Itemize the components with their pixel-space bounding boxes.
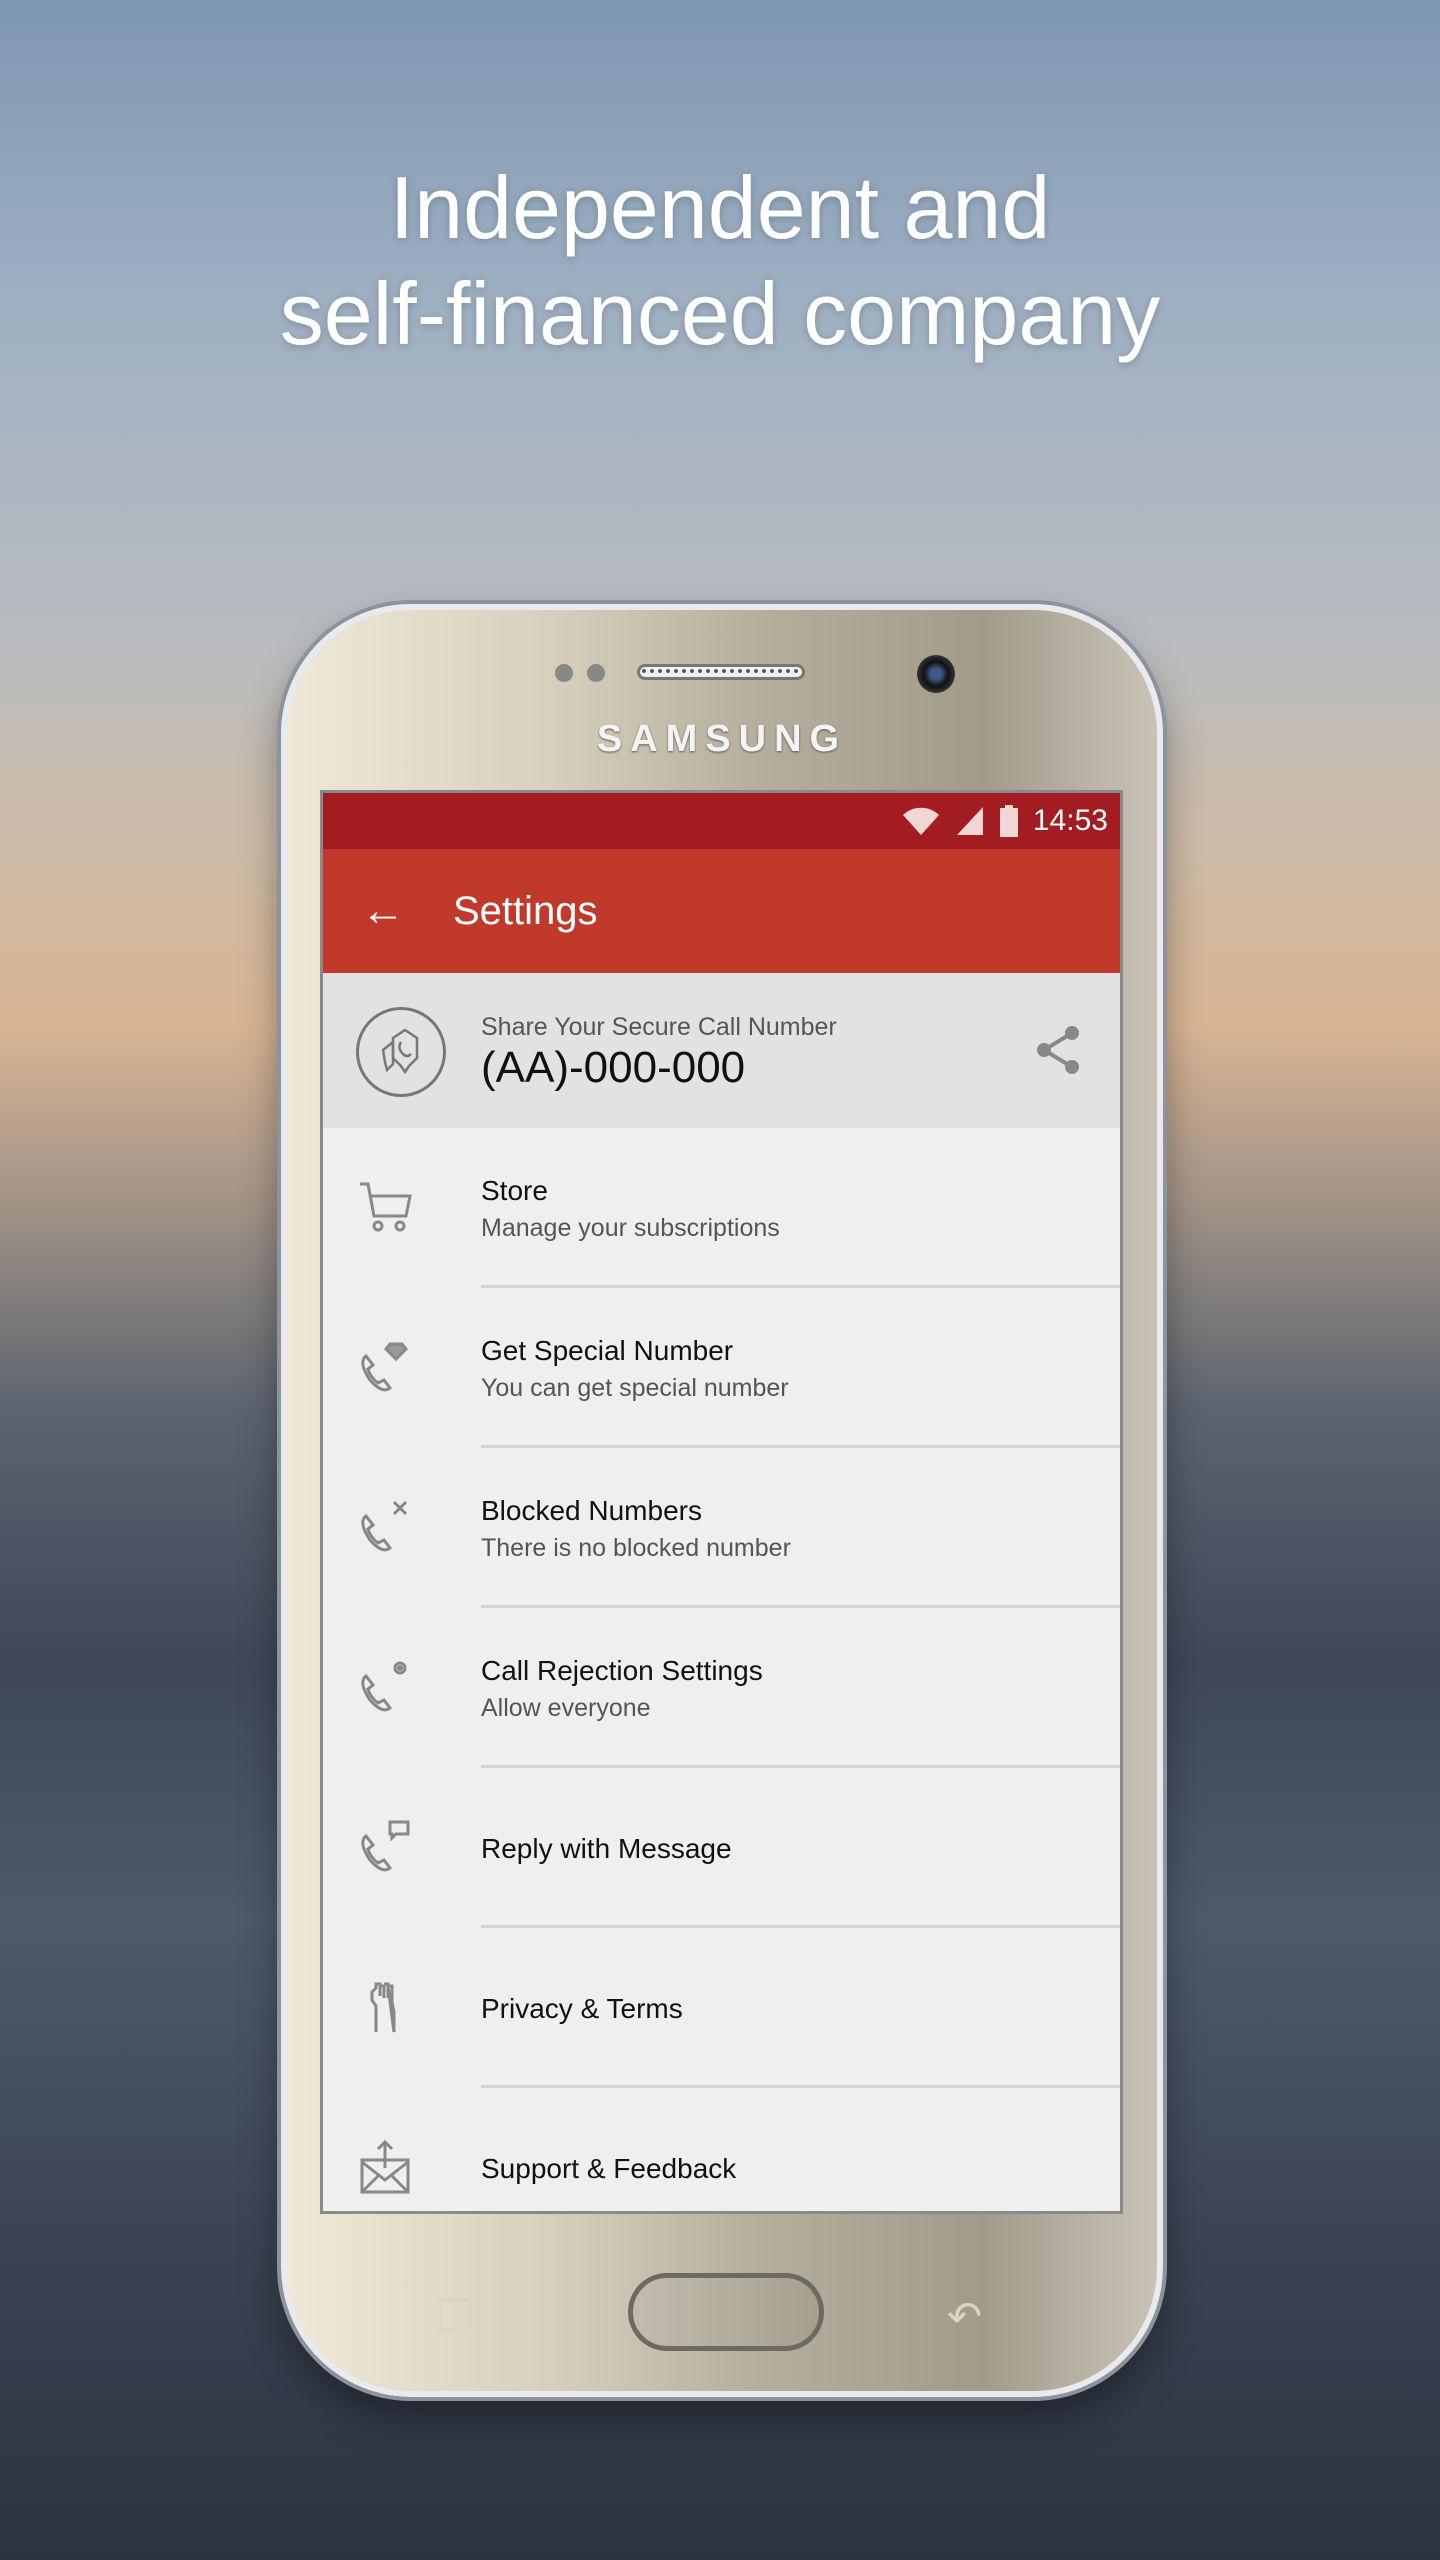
settings-item-blocked-numbers[interactable]: Blocked Numbers There is no blocked numb… <box>323 1448 1120 1608</box>
page-title: Settings <box>453 888 598 933</box>
arrow-left-icon[interactable]: ← <box>361 886 441 936</box>
app-bar: ← Settings <box>323 849 1120 973</box>
camera-icon <box>917 655 955 693</box>
item-title: Store <box>481 1175 548 1206</box>
settings-item-support-feedback[interactable]: Support & Feedback <box>323 2088 1120 2211</box>
settings-item-privacy-terms[interactable]: Privacy & Terms <box>323 1928 1120 2088</box>
app-screen: 14:53 ← Settings Share Your Secure Call … <box>320 790 1123 2214</box>
item-subtitle: Manage your subscriptions <box>481 1214 780 1242</box>
sensor-icon <box>587 664 605 682</box>
phone-block-icon <box>361 1500 408 1552</box>
settings-item-reply-message[interactable]: Reply with Message <box>323 1768 1120 1928</box>
secure-call-number: (AA)-000-000 <box>481 1043 746 1092</box>
home-button[interactable] <box>628 2273 824 2351</box>
item-title: Call Rejection Settings <box>481 1655 763 1686</box>
share-label: Share Your Secure Call Number <box>481 1013 837 1041</box>
headline-line-2: self-financed company <box>279 264 1161 363</box>
wifi-icon <box>902 807 939 835</box>
mail-upload-icon <box>360 2139 410 2194</box>
item-subtitle: There is no blocked number <box>481 1534 791 1562</box>
phone-diamond-icon <box>361 1342 409 1392</box>
share-icon[interactable] <box>1036 1025 1082 1075</box>
item-title: Get Special Number <box>481 1335 734 1366</box>
phone-frame: SAMSUNG 14:53 ← Settings Share Your Secu… <box>281 604 1163 2397</box>
item-title: Support & Feedback <box>481 2153 737 2184</box>
sensor-icon <box>555 664 573 682</box>
item-subtitle: Allow everyone <box>481 1694 651 1722</box>
item-title: Privacy & Terms <box>481 1993 683 2024</box>
settings-item-call-rejection[interactable]: Call Rejection Settings Allow everyone <box>323 1608 1120 1768</box>
settings-item-store[interactable]: Store Manage your subscriptions <box>323 1128 1120 1288</box>
back-nav-icon[interactable]: ↶ <box>947 2292 982 2341</box>
battery-icon <box>999 805 1018 837</box>
speaker-grille <box>637 664 805 680</box>
status-bar: 14:53 <box>323 793 1120 849</box>
headline-line-1: Independent and <box>389 158 1051 257</box>
cart-icon <box>360 1182 412 1232</box>
secure-call-shield-icon <box>356 1007 446 1097</box>
phone-brand-logo: SAMSUNG <box>596 718 848 760</box>
item-title: Reply with Message <box>481 1833 732 1864</box>
share-number-header[interactable]: Share Your Secure Call Number (AA)-000-0… <box>323 973 1120 1128</box>
headline: Independent and self-financed company <box>0 155 1440 367</box>
recent-apps-icon[interactable]: ❐ <box>437 2292 475 2341</box>
signal-icon <box>956 807 983 835</box>
settings-item-special-number[interactable]: Get Special Number You can get special n… <box>323 1288 1120 1448</box>
status-time: 14:53 <box>1032 804 1108 837</box>
item-subtitle: You can get special number <box>481 1374 789 1402</box>
phone-gear-icon <box>361 1661 407 1712</box>
hand-icon <box>370 1982 396 2033</box>
item-title: Blocked Numbers <box>481 1495 702 1526</box>
phone-message-icon <box>361 1820 410 1872</box>
